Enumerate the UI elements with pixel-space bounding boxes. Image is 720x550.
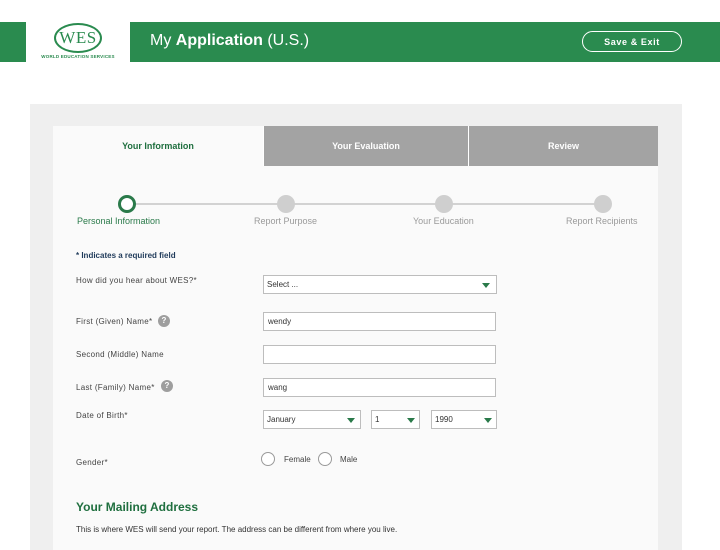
logo-text: WES: [59, 28, 97, 47]
middle-name-label: Second (Middle) Name: [76, 350, 164, 359]
middle-name-input[interactable]: [263, 345, 496, 364]
stepper-track: [127, 203, 603, 205]
hear-about-label: How did you hear about WES?*: [76, 276, 197, 285]
dob-day-select[interactable]: 1: [371, 410, 420, 429]
chevron-down-icon: [482, 283, 490, 288]
step-report-recipients-dot: [594, 195, 612, 213]
dob-year-value: 1990: [435, 415, 453, 424]
dob-year-select[interactable]: 1990: [431, 410, 497, 429]
hear-about-value: Select ...: [267, 280, 299, 289]
step-personal-information-label: Personal Information: [77, 216, 161, 226]
logo-oval: WES: [54, 23, 102, 53]
chevron-down-icon: [407, 418, 415, 423]
mailing-address-heading: Your Mailing Address: [76, 500, 199, 514]
gender-male-radio[interactable]: [318, 452, 332, 466]
step-report-purpose-dot: [277, 195, 295, 213]
save-exit-button[interactable]: Save & Exit: [582, 31, 682, 52]
logo-subtitle: WORLD EDUCATION SERVICES: [41, 54, 115, 59]
top-header-bar: WES WORLD EDUCATION SERVICES My Applicat…: [0, 22, 720, 62]
step-personal-information-dot: [118, 195, 136, 213]
last-name-label: Last (Family) Name*: [76, 383, 155, 392]
step-report-purpose-label: Report Purpose: [254, 216, 318, 226]
title-suffix: (U.S.): [262, 32, 310, 49]
last-name-input[interactable]: wang: [263, 378, 496, 397]
title-prefix: My: [150, 32, 176, 49]
hear-about-select[interactable]: Select ...: [263, 275, 497, 294]
chevron-down-icon: [347, 418, 355, 423]
first-name-label: First (Given) Name*: [76, 317, 153, 326]
step-your-education-dot: [435, 195, 453, 213]
dob-day-value: 1: [375, 415, 380, 424]
page-title: My Application (U.S.): [150, 32, 309, 50]
tab-bar: Your Information Your Evaluation Review: [53, 126, 658, 166]
step-your-education-label: Your Education: [413, 216, 474, 226]
wes-logo: WES WORLD EDUCATION SERVICES: [26, 22, 130, 62]
help-icon[interactable]: ?: [158, 315, 170, 327]
form-card: [53, 126, 658, 550]
tab-review[interactable]: Review: [468, 126, 658, 166]
dob-month-select[interactable]: January: [263, 410, 361, 429]
title-bold: Application: [175, 32, 263, 49]
mailing-address-description: This is where WES will send your report.…: [76, 525, 398, 534]
date-of-birth-label: Date of Birth*: [76, 411, 128, 420]
tab-your-evaluation[interactable]: Your Evaluation: [263, 126, 468, 166]
help-icon[interactable]: ?: [161, 380, 173, 392]
step-report-recipients-label: Report Recipients: [566, 216, 638, 226]
gender-male-label[interactable]: Male: [340, 455, 357, 464]
first-name-input[interactable]: wendy: [263, 312, 496, 331]
chevron-down-icon: [484, 418, 492, 423]
gender-label: Gender*: [76, 458, 108, 467]
gender-female-radio[interactable]: [261, 452, 275, 466]
dob-month-value: January: [267, 415, 296, 424]
gender-female-label[interactable]: Female: [284, 455, 311, 464]
required-field-note: * Indicates a required field: [76, 251, 176, 260]
tab-your-information[interactable]: Your Information: [53, 126, 263, 166]
